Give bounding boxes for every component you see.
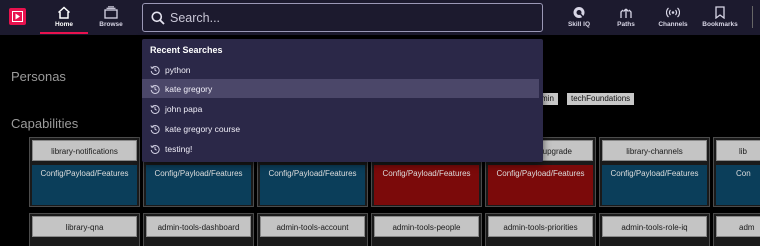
browse-icon bbox=[104, 6, 118, 19]
card-title: library-channels bbox=[602, 140, 707, 161]
card-title: admin-tools-priorities bbox=[488, 216, 593, 237]
play-icon bbox=[12, 11, 23, 22]
card-feature: Config/Payload/Features bbox=[146, 165, 251, 205]
card-title: admin-tools-dashboard bbox=[146, 216, 251, 237]
card-title: adm bbox=[716, 216, 760, 237]
nav-channels-label: Channels bbox=[658, 21, 688, 28]
card-title: admin-tools-role-iq bbox=[602, 216, 707, 237]
history-icon bbox=[150, 84, 160, 94]
capability-card[interactable]: admin-tools-role-iq bbox=[599, 213, 710, 246]
card-feature: Config/Payload/Features bbox=[32, 165, 137, 205]
home-icon bbox=[57, 6, 71, 19]
recent-search-label: kate gregory bbox=[165, 84, 213, 94]
card-title: library-qna bbox=[32, 216, 137, 237]
card-title: lib bbox=[716, 140, 760, 161]
bookmark-icon bbox=[715, 6, 725, 19]
nav-paths[interactable]: Paths bbox=[611, 0, 641, 35]
capability-card[interactable]: admin-tools-priorities bbox=[485, 213, 596, 246]
active-tab-indicator bbox=[40, 32, 88, 34]
capability-card[interactable]: library-channels Config/Payload/Features bbox=[599, 137, 710, 207]
recent-search-item[interactable]: kate gregory bbox=[142, 79, 539, 98]
capability-card[interactable]: library-notifications Config/Payload/Fea… bbox=[29, 137, 140, 207]
capability-card[interactable]: lib Con bbox=[713, 137, 760, 207]
nav-skill-iq[interactable]: Skill IQ bbox=[563, 0, 595, 35]
capability-card[interactable]: admin-tools-dashboard bbox=[143, 213, 254, 246]
nav-bookmarks-label: Bookmarks bbox=[702, 21, 738, 28]
recent-search-label: kate gregory course bbox=[165, 124, 241, 134]
top-nav: Home Browse Search... Skill IQ Paths Cha… bbox=[0, 0, 760, 35]
card-feature: Config/Payload/Features bbox=[602, 165, 707, 205]
nav-skill-iq-label: Skill IQ bbox=[567, 21, 591, 28]
recent-searches-dropdown: Recent Searches python kate gregory john… bbox=[142, 39, 543, 162]
capability-card[interactable]: admin-tools-people bbox=[371, 213, 482, 246]
search-icon bbox=[151, 11, 165, 25]
nav-browse-label: Browse bbox=[99, 21, 123, 28]
search-input[interactable]: Search... bbox=[142, 3, 543, 32]
capability-card[interactable]: adm bbox=[713, 213, 760, 246]
skill-iq-icon bbox=[573, 7, 585, 18]
history-icon bbox=[150, 104, 160, 114]
recent-search-item[interactable]: python bbox=[142, 60, 539, 79]
search-placeholder: Search... bbox=[170, 11, 221, 25]
history-icon bbox=[150, 65, 160, 75]
card-feature: Config/Payload/Features bbox=[374, 165, 479, 205]
recent-search-item[interactable]: kate gregory course bbox=[142, 119, 539, 138]
card-feature: Config/Payload/Features bbox=[260, 165, 365, 205]
pluralsight-logo[interactable] bbox=[9, 8, 26, 25]
persona-tag[interactable]: techFoundations bbox=[567, 93, 635, 105]
channels-icon bbox=[666, 7, 680, 18]
card-title: admin-tools-account bbox=[260, 216, 365, 237]
card-feature: Config/Payload/Features bbox=[488, 165, 593, 205]
nav-browse[interactable]: Browse bbox=[92, 0, 130, 35]
capability-card[interactable]: library-qna bbox=[29, 213, 140, 246]
recent-search-item[interactable]: john papa bbox=[142, 99, 539, 118]
nav-bookmarks[interactable]: Bookmarks bbox=[701, 0, 739, 35]
nav-home-label: Home bbox=[54, 21, 74, 28]
capability-card[interactable]: admin-tools-account bbox=[257, 213, 368, 246]
history-icon bbox=[150, 124, 160, 134]
nav-channels[interactable]: Channels bbox=[656, 0, 690, 35]
capabilities-heading: Capabilities bbox=[11, 116, 79, 131]
card-feature: Con bbox=[716, 165, 760, 205]
card-title: library-notifications bbox=[32, 140, 137, 161]
paths-icon bbox=[620, 8, 632, 18]
nav-divider bbox=[752, 6, 753, 28]
card-title: admin-tools-people bbox=[374, 216, 479, 237]
recent-searches-heading: Recent Searches bbox=[150, 45, 223, 55]
recent-search-label: john papa bbox=[165, 104, 203, 114]
recent-search-item[interactable]: testing! bbox=[142, 139, 539, 158]
nav-paths-label: Paths bbox=[617, 21, 635, 28]
nav-home[interactable]: Home bbox=[40, 0, 88, 35]
recent-search-label: python bbox=[165, 65, 191, 75]
personas-heading: Personas bbox=[11, 69, 66, 84]
history-icon bbox=[150, 144, 160, 154]
recent-search-label: testing! bbox=[165, 144, 193, 154]
